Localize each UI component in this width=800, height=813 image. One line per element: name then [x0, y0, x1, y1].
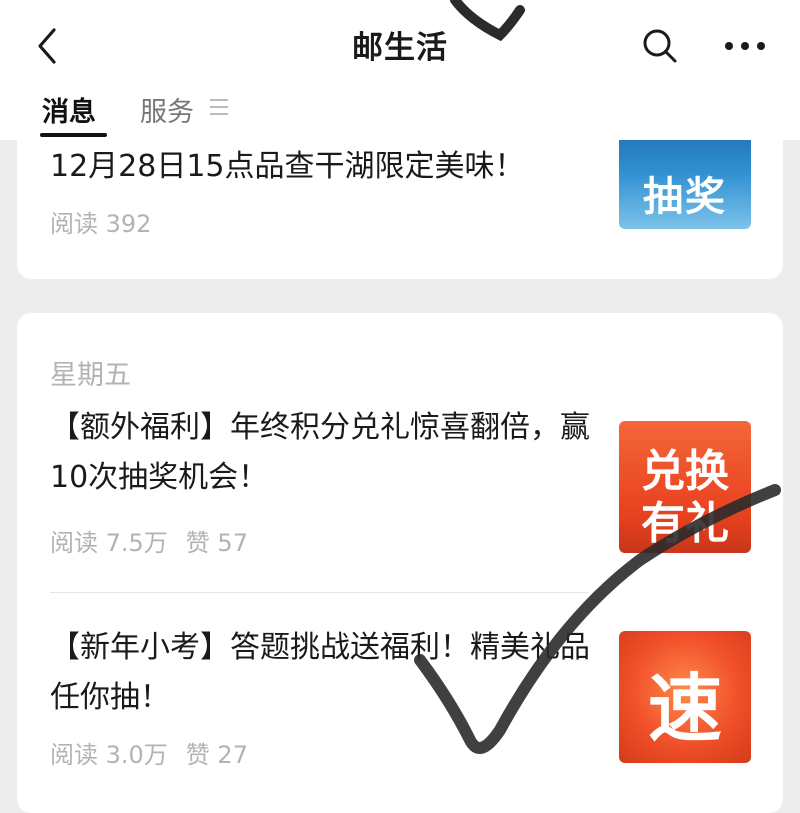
more-horizontal-icon [725, 42, 765, 50]
top-bar: 邮生活 消息 服务 [0, 0, 800, 140]
read-count: 阅读 3.0万 [50, 741, 168, 769]
search-button[interactable] [640, 26, 680, 66]
read-count: 阅读 7.5万 [50, 529, 168, 557]
like-count: 赞 57 [185, 529, 248, 557]
thumbnail-text: 速 [648, 666, 722, 752]
search-icon [643, 29, 677, 63]
message-card: 星期五 【额外福利】年终积分兑礼惊喜翻倍，赢10次抽奖机会！ 阅读 7.5万赞 … [17, 313, 783, 813]
date-label: 星期五 [50, 360, 131, 391]
article-title: 【新年小考】答题挑战送福利！精美礼品任你抽！ [50, 630, 590, 715]
read-count: 阅读 392 [50, 210, 152, 238]
article-meta: 阅读 392 [50, 204, 169, 239]
article-title: 12月28日15点品查干湖限定美味！ [50, 149, 525, 184]
article-item[interactable]: 【额外福利】年终积分兑礼惊喜翻倍，赢10次抽奖机会！ 阅读 7.5万赞 57 兑… [17, 403, 783, 573]
tab-messages[interactable]: 消息 [42, 90, 96, 129]
tab-services[interactable]: 服务 [140, 90, 194, 129]
article-thumbnail: 兑换 有礼 [619, 421, 751, 553]
like-count: 赞 27 [185, 741, 248, 769]
divider [50, 592, 588, 593]
article-meta: 阅读 3.0万赞 27 [50, 735, 266, 770]
active-tab-indicator [40, 133, 107, 137]
page-title: 邮生活 [352, 30, 448, 66]
article-item[interactable]: 【新年小考】答题挑战送福利！精美礼品任你抽！ 阅读 3.0万赞 27 速 [17, 613, 783, 783]
thumbnail-text: 抽奖 [643, 174, 727, 220]
article-thumbnail: 速 [619, 631, 751, 763]
menu-icon[interactable] [208, 97, 230, 117]
article-meta: 阅读 7.5万赞 57 [50, 523, 266, 558]
more-button[interactable] [722, 30, 768, 62]
thumbnail-text: 有礼 [641, 498, 729, 549]
article-title: 【额外福利】年终积分兑礼惊喜翻倍，赢10次抽奖机会！ [50, 410, 590, 495]
